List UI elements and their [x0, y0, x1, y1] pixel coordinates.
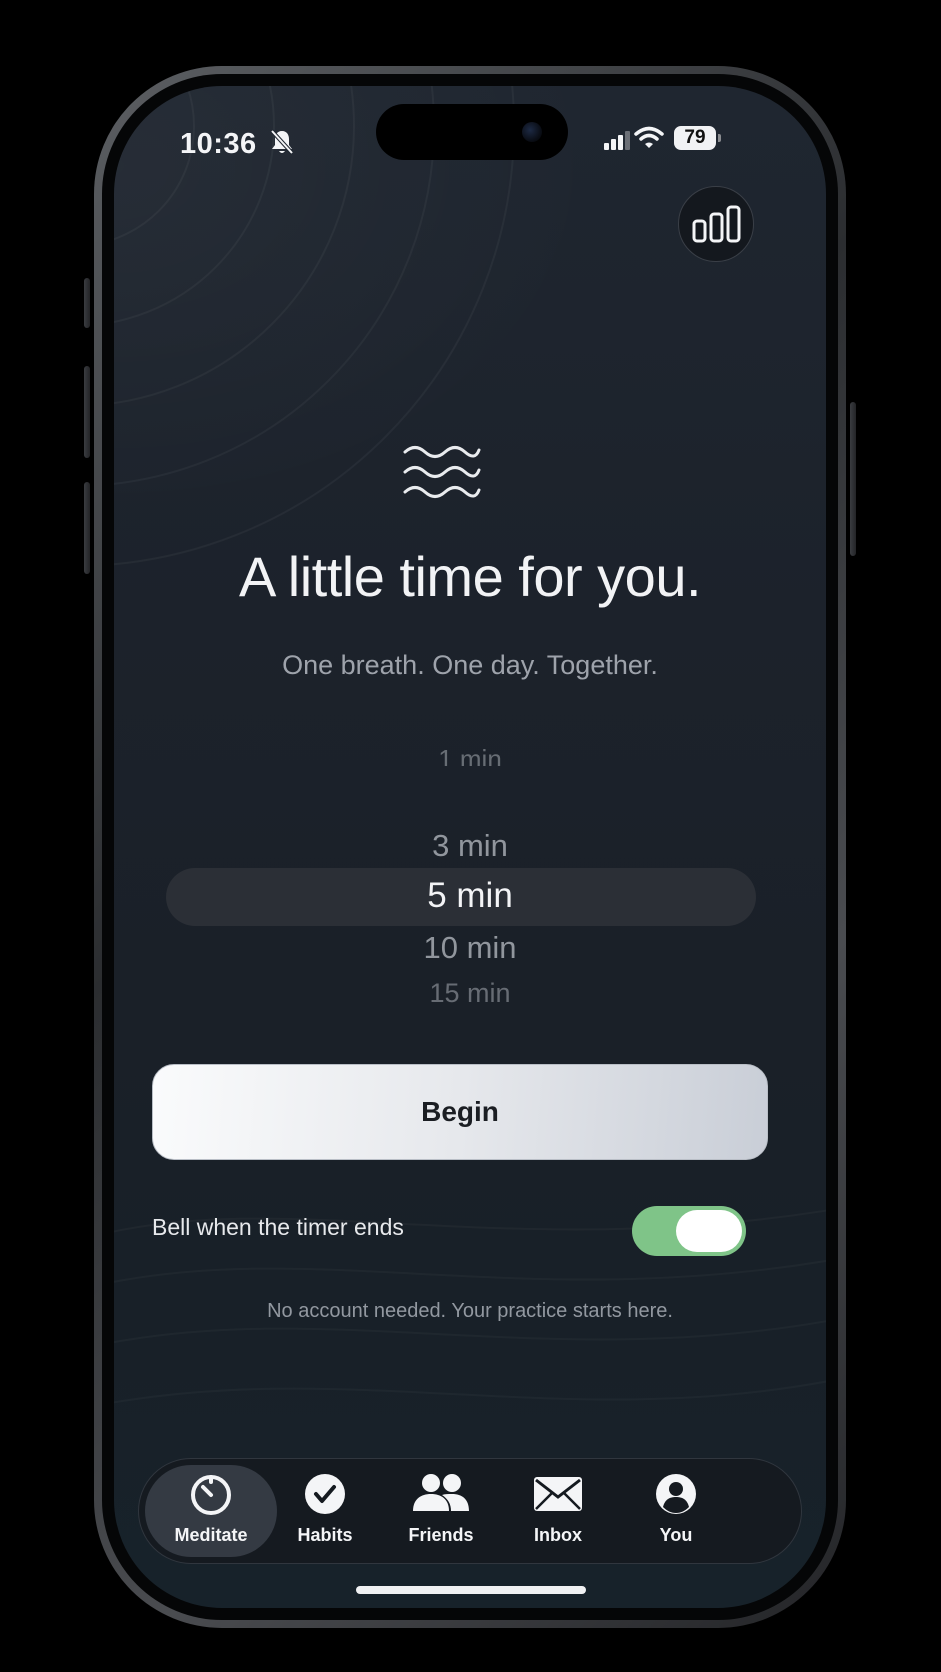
timer-icon [191, 1475, 231, 1515]
picker-option-15-min[interactable]: 15 min [114, 977, 826, 1003]
checkmark-icon [305, 1474, 345, 1514]
begin-button[interactable]: Begin [152, 1064, 768, 1160]
person-icon [656, 1474, 696, 1514]
bell-toggle[interactable] [632, 1206, 746, 1256]
picker-option-10-min[interactable]: 10 min [114, 930, 826, 966]
dynamic-island [376, 104, 568, 160]
page: 10:36 79 A little time for you. One brea… [0, 0, 941, 1672]
action-button [84, 278, 90, 328]
battery-icon: 79 [674, 126, 716, 150]
signal-icon [604, 131, 630, 150]
tab-habits[interactable]: Habits [277, 1459, 373, 1563]
toggle-knob [676, 1210, 742, 1252]
tab-friends[interactable]: Friends [383, 1459, 499, 1563]
tab-inbox[interactable]: Inbox [503, 1459, 613, 1563]
battery-level: 79 [684, 127, 706, 148]
app-screen: 10:36 79 A little time for you. One brea… [114, 86, 826, 1608]
hero-subtitle: One breath. One day. Together. [282, 650, 658, 680]
tab-label-you: You [659, 1525, 693, 1545]
status-time: 10:36 [180, 128, 257, 160]
waves-icon [403, 446, 481, 498]
tab-bar: Meditate Habits Friends Inbox You [138, 1458, 802, 1564]
power-button [850, 402, 856, 556]
people-icon [413, 1474, 469, 1511]
envelope-icon [534, 1477, 582, 1511]
tab-label-meditate: Meditate [174, 1525, 248, 1545]
tab-label-inbox: Inbox [534, 1525, 582, 1545]
picker-option-1-min[interactable]: 1 min [114, 740, 826, 766]
battery-cap [718, 134, 721, 142]
tab-meditate[interactable]: Meditate [145, 1459, 277, 1563]
bar-chart-icon [692, 205, 741, 243]
picker-option-5-min-selected[interactable]: 5 min [114, 876, 826, 916]
volume-up-button [84, 366, 90, 458]
stats-button[interactable] [678, 186, 754, 262]
home-indicator[interactable] [356, 1586, 586, 1594]
tab-label-habits: Habits [297, 1525, 353, 1545]
front-camera [522, 122, 542, 142]
tab-label-friends: Friends [408, 1525, 474, 1545]
volume-down-button [84, 482, 90, 574]
footnote: No account needed. Your practice starts … [267, 1300, 673, 1322]
hero-title: A little time for you. [238, 545, 702, 608]
wifi-icon [634, 126, 664, 148]
bell-off-icon [270, 129, 294, 155]
bell-setting-label: Bell when the timer ends [152, 1214, 404, 1240]
picker-option-3-min[interactable]: 3 min [114, 828, 826, 864]
tab-you[interactable]: You [621, 1459, 731, 1563]
